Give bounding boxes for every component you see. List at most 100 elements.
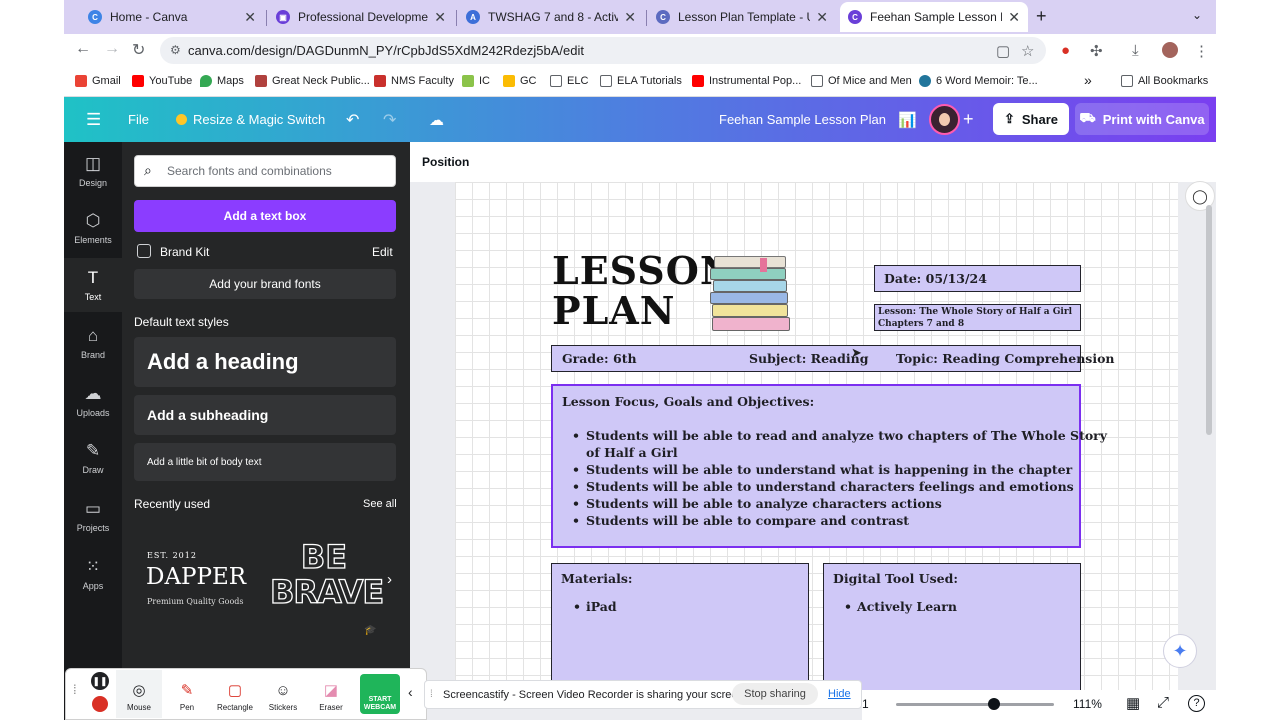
zoom-slider-knob[interactable]	[988, 698, 1000, 710]
be-brave-font-combo[interactable]: BE BRAVE	[269, 539, 385, 624]
extensions-puzzle-icon[interactable]: ✣	[1090, 42, 1103, 60]
zoom-level[interactable]: 111%	[1073, 697, 1102, 711]
page-number[interactable]: 1	[862, 697, 869, 711]
bookmark-elc[interactable]: ELC	[550, 75, 588, 87]
redo-icon[interactable]: ↷	[383, 97, 396, 142]
recorder-tool-mouse[interactable]: ◎ Mouse	[116, 670, 162, 718]
bookmark-gmail[interactable]: Gmail	[75, 75, 121, 87]
new-tab-button[interactable]: +	[1036, 6, 1047, 27]
rail-item-apps[interactable]: ⁙ Apps	[64, 549, 122, 599]
profile-avatar-icon[interactable]	[1162, 42, 1178, 58]
rail-item-text[interactable]: T Text	[64, 258, 122, 312]
drag-handle-icon[interactable]: ⁞	[73, 682, 77, 697]
close-tab-icon[interactable]: ✕	[816, 9, 828, 26]
url-field[interactable]: ⚙ canva.com/design/DAGDunmN_PY/rCpbJdS5X…	[160, 37, 1046, 64]
hamburger-menu-icon[interactable]: ☰	[86, 97, 101, 142]
bookmark-youtube[interactable]: YouTube	[132, 75, 192, 87]
download-icon[interactable]: ⤓	[1132, 42, 1139, 59]
close-tab-icon[interactable]: ✕	[624, 9, 636, 26]
browser-tab-professional-development[interactable]: ▣ Professional Development Wo ✕	[268, 2, 454, 32]
add-subheading-button[interactable]: Add a subheading	[134, 395, 396, 435]
position-button[interactable]: Position	[422, 155, 469, 169]
grid-view-icon[interactable]: ▦	[1126, 694, 1140, 712]
recorder-tool-pen[interactable]: ✎ Pen	[164, 670, 210, 718]
date-box[interactable]: Date: 05/13/24	[874, 265, 1081, 292]
add-body-text-button[interactable]: Add a little bit of body text	[134, 443, 396, 481]
close-tab-icon[interactable]: ✕	[434, 9, 446, 26]
site-info-icon[interactable]: ⚙	[170, 43, 181, 57]
more-bookmarks-button[interactable]: »	[1084, 72, 1092, 88]
recorder-tool-stickers[interactable]: ☺ Stickers	[260, 670, 306, 718]
rail-item-design[interactable]: ◫ Design	[64, 146, 122, 196]
books-stack-illustration[interactable]	[710, 256, 792, 332]
font-search-input[interactable]: ⌕ Search fonts and combinations	[134, 155, 396, 187]
add-collaborator-plus-icon[interactable]: +	[963, 97, 974, 142]
rail-item-brand[interactable]: ⌂ Brand	[64, 318, 122, 368]
rail-item-elements[interactable]: ⬡ Elements	[64, 203, 122, 253]
bookmark-ic[interactable]: IC	[462, 75, 490, 87]
vertical-scrollbar[interactable]	[1206, 205, 1212, 435]
start-webcam-button[interactable]: START WEBCAM	[360, 674, 400, 714]
bookmark-of-mice-and-men[interactable]: Of Mice and Men	[811, 75, 912, 87]
focus-goals-box[interactable]: Lesson Focus, Goals and Objectives: • St…	[551, 384, 1107, 548]
see-all-link[interactable]: See all	[363, 498, 397, 510]
browser-tab-home-canva[interactable]: C Home - Canva ✕	[80, 2, 264, 32]
recorder-tool-eraser[interactable]: ◪ Eraser	[308, 670, 354, 718]
recorder-tool-rectangle[interactable]: ▢ Rectangle	[212, 670, 258, 718]
page-info-icon[interactable]: ▢	[996, 42, 1010, 60]
browser-tab-lesson-plan-template[interactable]: C Lesson Plan Template - US Le ✕	[648, 2, 836, 32]
all-bookmarks-folder[interactable]: All Bookmarks	[1121, 75, 1208, 87]
document-title[interactable]: Feehan Sample Lesson Plan	[719, 97, 886, 142]
forward-arrow-icon[interactable]: →	[104, 40, 120, 58]
brand-kit-edit-link[interactable]: Edit	[372, 245, 393, 259]
bookmark-nms-faculty[interactable]: NMS Faculty	[374, 75, 454, 87]
close-tab-icon[interactable]: ✕	[244, 9, 256, 26]
screencastify-extension-icon[interactable]: ●	[1061, 42, 1070, 59]
share-button[interactable]: ⇪ Share	[993, 103, 1069, 135]
insights-chart-icon[interactable]: 📊	[898, 97, 917, 142]
bookmark-gc[interactable]: GC	[503, 75, 537, 87]
bookmark-ela-tutorials[interactable]: ELA Tutorials	[600, 75, 682, 87]
rail-item-uploads[interactable]: ☁ Uploads	[64, 376, 122, 426]
cloud-saved-icon[interactable]: ☁	[429, 97, 444, 142]
notice-drag-handle-icon[interactable]: ⁞	[430, 689, 433, 700]
add-heading-button[interactable]: Add a heading	[134, 337, 396, 387]
lesson-title-line-1[interactable]: LESSON	[552, 248, 736, 293]
bookmark-instrumental-pop[interactable]: Instrumental Pop...	[692, 75, 801, 87]
stop-record-icon[interactable]	[92, 696, 108, 712]
bookmark-maps[interactable]: Maps	[200, 75, 244, 87]
pause-icon[interactable]: ❚❚	[91, 672, 109, 690]
collapse-toolbar-chevron-icon[interactable]: ‹	[408, 684, 413, 700]
lesson-name-box[interactable]: Lesson: The Whole Story of Half a Girl C…	[874, 304, 1081, 331]
bookmark-star-icon[interactable]: ☆	[1021, 42, 1034, 60]
rail-item-draw[interactable]: ✎ Draw	[64, 433, 122, 483]
zoom-slider-track[interactable]	[896, 703, 1054, 706]
print-with-canva-button[interactable]: ⛟ Print with Canva	[1075, 103, 1209, 135]
file-menu-button[interactable]: File	[128, 97, 149, 142]
reload-icon[interactable]: ↻	[132, 40, 145, 60]
carousel-next-chevron-icon[interactable]: ›	[387, 571, 392, 588]
close-tab-icon[interactable]: ✕	[1008, 9, 1020, 26]
hide-notice-link[interactable]: Hide	[828, 683, 851, 705]
resize-magic-switch-button[interactable]: Resize & Magic Switch	[176, 97, 325, 142]
stop-sharing-button[interactable]: Stop sharing	[732, 683, 818, 705]
dapper-font-combo[interactable]: EST. 2012 DAPPER Premium Quality Goods	[134, 540, 262, 624]
user-avatar[interactable]	[929, 104, 960, 135]
undo-icon[interactable]: ↶	[346, 97, 359, 142]
canva-assistant-sparkle-icon[interactable]: ✦	[1163, 634, 1197, 668]
lesson-title-line-2[interactable]: PLAN	[552, 288, 676, 333]
rail-item-projects[interactable]: ▭ Projects	[64, 491, 122, 541]
digital-tool-box[interactable]: Digital Tool Used: • Actively Learn	[823, 563, 1081, 702]
add-text-box-button[interactable]: Add a text box	[134, 200, 396, 232]
back-arrow-icon[interactable]: ←	[75, 40, 91, 58]
bookmark-great-neck[interactable]: Great Neck Public...	[255, 75, 370, 87]
help-icon[interactable]: ?	[1188, 695, 1205, 712]
browser-tab-twshag[interactable]: A TWSHAG 7 and 8 - Actively L ✕	[458, 2, 644, 32]
grade-subject-topic-box[interactable]: Grade: 6th Subject: Reading Topic: Readi…	[551, 345, 1115, 372]
tab-search-chevron-icon[interactable]: ⌄	[1192, 8, 1202, 22]
chrome-menu-icon[interactable]: ⋮	[1194, 42, 1209, 60]
fullscreen-icon[interactable]: ⤢	[1157, 694, 1169, 711]
bookmark-6-word-memoir[interactable]: 6 Word Memoir: Te...	[919, 75, 1038, 87]
browser-tab-feehan-sample[interactable]: C Feehan Sample Lesson Plan - ✕	[840, 2, 1028, 32]
add-brand-fonts-button[interactable]: Add your brand fonts	[134, 269, 396, 299]
